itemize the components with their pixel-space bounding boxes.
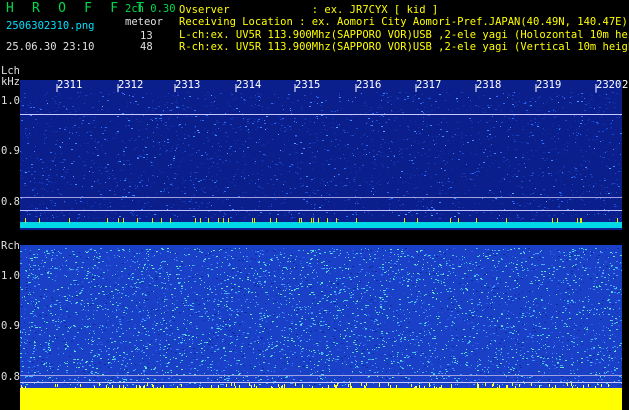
time-tick-label: 2320 <box>596 79 622 91</box>
time-tick-label: 2319 <box>536 79 562 91</box>
time-tick-label: 2 <box>622 79 629 91</box>
frequency-unit-label: kHz <box>1 76 20 88</box>
time-tick-label: 2313 <box>175 79 201 91</box>
rch-signal-bar <box>20 388 622 410</box>
time-tick-label: 2311 <box>57 79 83 91</box>
time-tick-label: 2312 <box>118 79 144 91</box>
right-edge <box>622 80 624 410</box>
rch-spectrogram-panel <box>20 245 623 410</box>
lch-spectrogram-panel <box>20 80 623 230</box>
rch-ytick-label: 0.8 <box>1 371 20 383</box>
lch-ytick-label: 0.9 <box>1 145 20 157</box>
spectrogram <box>20 80 624 410</box>
time-tick-label: 2314 <box>236 79 262 91</box>
time-tick-label: 2318 <box>476 79 502 91</box>
time-tick-label: 2317 <box>416 79 442 91</box>
lch-ytick-label: 1.0 <box>1 95 20 107</box>
rch-ytick-label: 1.0 <box>1 270 20 282</box>
rch-ytick-label: 0.9 <box>1 320 20 332</box>
rch-panel-label: Rch <box>1 240 20 252</box>
lch-signal-bar <box>20 222 622 228</box>
time-tick-label: 2316 <box>356 79 382 91</box>
time-tick-label: 2315 <box>295 79 321 91</box>
lch-ytick-label: 0.8 <box>1 196 20 208</box>
